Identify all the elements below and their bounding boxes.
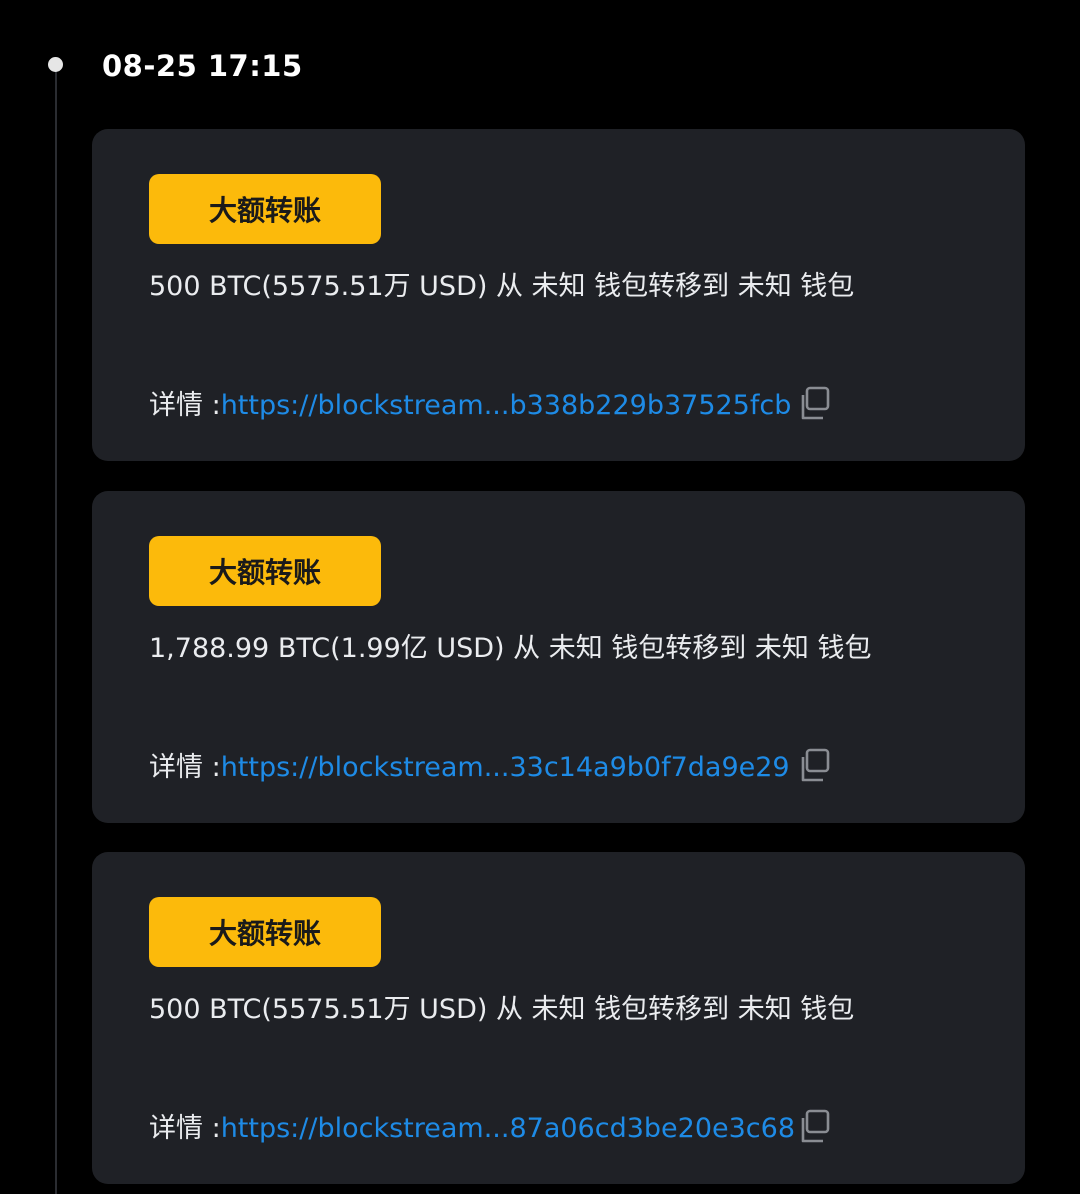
large-transfer-badge: 大额转账 bbox=[149, 536, 381, 606]
detail-row: 详情 : https://blockstream...33c14a9b0f7da… bbox=[149, 748, 790, 788]
copy-link-button[interactable] bbox=[795, 384, 835, 424]
timeline-dot bbox=[48, 57, 63, 72]
copy-link-button[interactable] bbox=[795, 746, 835, 786]
transaction-link[interactable]: https://blockstream...87a06cd3be20e3c68 bbox=[221, 1109, 795, 1149]
large-transfer-badge: 大额转账 bbox=[149, 897, 381, 967]
timeline-timestamp: 08-25 17:15 bbox=[102, 49, 303, 83]
transfer-message: 500 BTC(5575.51万 USD) 从 未知 钱包转移到 未知 钱包 bbox=[149, 271, 855, 302]
alert-card: 大额转账 500 BTC(5575.51万 USD) 从 未知 钱包转移到 未知… bbox=[92, 129, 1025, 461]
transfer-message: 1,788.99 BTC(1.99亿 USD) 从 未知 钱包转移到 未知 钱包 bbox=[149, 633, 872, 664]
alert-card: 大额转账 500 BTC(5575.51万 USD) 从 未知 钱包转移到 未知… bbox=[92, 852, 1025, 1184]
detail-row: 详情 : https://blockstream...87a06cd3be20e… bbox=[149, 1109, 795, 1149]
detail-label: 详情 : bbox=[149, 1113, 221, 1144]
transaction-link[interactable]: https://blockstream...b338b229b37525fcb bbox=[221, 386, 792, 426]
detail-label: 详情 : bbox=[149, 390, 221, 421]
detail-label: 详情 : bbox=[149, 752, 221, 783]
large-transfer-badge: 大额转账 bbox=[149, 174, 381, 244]
copy-icon bbox=[801, 748, 830, 782]
detail-row: 详情 : https://blockstream...b338b229b3752… bbox=[149, 386, 791, 426]
copy-icon bbox=[801, 1109, 830, 1143]
alert-card: 大额转账 1,788.99 BTC(1.99亿 USD) 从 未知 钱包转移到 … bbox=[92, 491, 1025, 823]
transaction-link[interactable]: https://blockstream...33c14a9b0f7da9e29 bbox=[221, 748, 790, 788]
copy-link-button[interactable] bbox=[795, 1107, 835, 1147]
copy-icon bbox=[801, 386, 830, 420]
transfer-message: 500 BTC(5575.51万 USD) 从 未知 钱包转移到 未知 钱包 bbox=[149, 994, 855, 1025]
timeline-line bbox=[55, 64, 57, 1194]
